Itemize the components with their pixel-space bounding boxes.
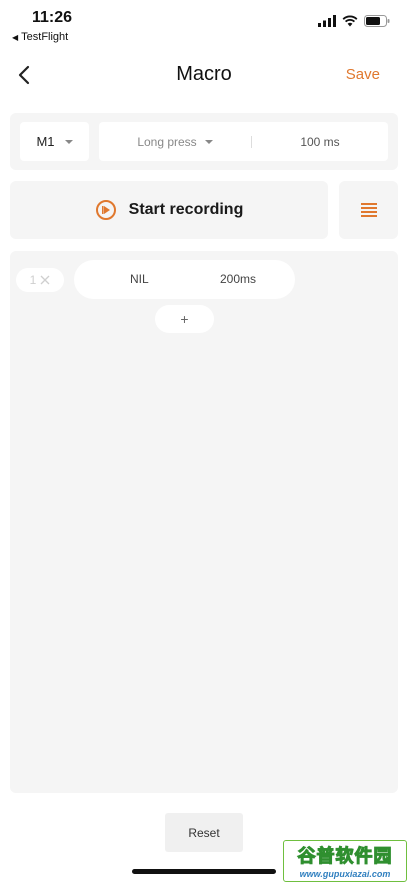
repeat-count: 1 bbox=[29, 273, 37, 287]
repeat-count-chip[interactable]: 1 bbox=[16, 268, 64, 292]
play-circle-icon bbox=[95, 200, 116, 220]
watermark-logo: 谷普软件园 www.gupuxiazai.com bbox=[283, 840, 407, 882]
save-button[interactable]: Save bbox=[346, 66, 380, 83]
macro-config-panel: M1 Long press 100 ms bbox=[10, 113, 398, 170]
nav-bar: Macro Save bbox=[0, 55, 408, 97]
status-time: 11:26 bbox=[32, 9, 73, 26]
macro-list-button[interactable] bbox=[339, 181, 398, 239]
wifi-icon bbox=[342, 15, 358, 27]
key-select[interactable]: M1 bbox=[20, 122, 89, 161]
battery-icon bbox=[364, 15, 390, 27]
add-step-button[interactable]: + bbox=[155, 305, 214, 333]
step-key: NIL bbox=[130, 272, 149, 286]
close-icon bbox=[40, 275, 50, 285]
status-icons bbox=[318, 15, 390, 27]
press-mode-value: Long press bbox=[137, 134, 197, 149]
home-indicator bbox=[132, 869, 276, 874]
key-select-value: M1 bbox=[36, 134, 55, 149]
cellular-signal-icon bbox=[318, 15, 336, 27]
macro-steps-panel: 1 NIL 200ms + bbox=[10, 251, 398, 793]
start-recording-label: Start recording bbox=[128, 201, 244, 218]
macro-step-item[interactable]: NIL 200ms bbox=[74, 260, 295, 299]
mode-duration-group: Long press 100 ms bbox=[99, 122, 388, 161]
caret-down-icon bbox=[204, 139, 213, 144]
step-duration: 200ms bbox=[220, 272, 257, 286]
watermark-title: 谷普软件园 bbox=[297, 846, 393, 867]
watermark-url: www.gupuxiazai.com bbox=[299, 869, 391, 879]
start-recording-button[interactable]: Start recording bbox=[10, 181, 328, 239]
back-to-app-link[interactable]: ◀ TestFlight bbox=[12, 31, 68, 43]
reset-button[interactable]: Reset bbox=[165, 813, 243, 852]
caret-down-icon bbox=[64, 139, 73, 144]
press-mode-select[interactable]: Long press bbox=[99, 122, 251, 161]
press-duration-field[interactable]: 100 ms bbox=[252, 122, 388, 161]
list-icon bbox=[360, 203, 377, 217]
back-app-label: TestFlight bbox=[21, 31, 69, 43]
status-bar: 11:26 ◀ TestFlight bbox=[0, 0, 408, 46]
back-triangle-icon: ◀ bbox=[12, 32, 19, 42]
